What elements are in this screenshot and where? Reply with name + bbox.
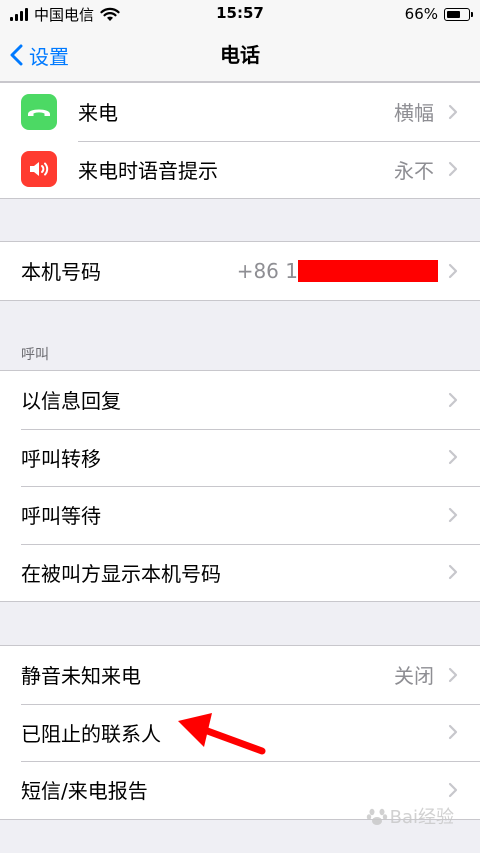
row-label: 本机号码 bbox=[21, 260, 101, 285]
settings-row-silence-unknown-callers[interactable]: 静音未知来电 关闭 bbox=[0, 646, 480, 704]
watermark: Bai经验 bbox=[366, 803, 454, 829]
row-label: 呼叫转移 bbox=[21, 446, 101, 471]
row-value: 横幅 bbox=[394, 101, 434, 126]
section-header-calls: 呼叫 bbox=[21, 347, 49, 363]
row-value: 关闭 bbox=[394, 664, 434, 689]
phone-icon bbox=[21, 93, 57, 130]
back-button[interactable]: 设置 bbox=[10, 28, 69, 82]
back-label: 设置 bbox=[29, 44, 69, 69]
chevron-left-icon bbox=[10, 44, 23, 66]
battery-percent: 66% bbox=[404, 5, 438, 23]
chevron-right-icon bbox=[448, 263, 458, 278]
battery-icon bbox=[444, 7, 473, 21]
status-bar: 中国电信 15:57 66% bbox=[0, 0, 480, 28]
row-value: 永不 bbox=[394, 158, 434, 183]
navigation-bar: 设置 电话 bbox=[0, 28, 480, 82]
settings-row-call-forwarding[interactable]: 呼叫转移 bbox=[0, 428, 480, 487]
speaker-icon bbox=[21, 151, 57, 188]
chevron-right-icon bbox=[448, 667, 458, 682]
settings-row-incoming-calls[interactable]: 来电 横幅 bbox=[0, 83, 480, 141]
settings-row-respond-with-text[interactable]: 以信息回复 bbox=[0, 371, 480, 429]
settings-row-call-waiting[interactable]: 呼叫等待 bbox=[0, 486, 480, 544]
row-label: 以信息回复 bbox=[21, 389, 121, 414]
row-label: 短信/来电报告 bbox=[21, 779, 148, 804]
settings-row-announce-calls[interactable]: 来电时语音提示 永不 bbox=[0, 140, 480, 199]
watermark-text: Bai经验 bbox=[389, 807, 454, 828]
page-title: 电话 bbox=[220, 43, 260, 67]
annotation-arrow-icon bbox=[178, 713, 266, 755]
my-number-value: +86 1 bbox=[236, 258, 298, 283]
row-label: 在被叫方显示本机号码 bbox=[21, 561, 221, 586]
status-right: 66% bbox=[404, 4, 473, 24]
chevron-right-icon bbox=[448, 392, 458, 407]
calls-group: 以信息回复 呼叫转移 呼叫等待 在被叫方显示本机号码 bbox=[0, 370, 480, 602]
chevron-right-icon bbox=[448, 162, 458, 177]
redaction-mark bbox=[298, 260, 438, 282]
chevron-right-icon bbox=[448, 507, 458, 522]
chevron-right-icon bbox=[448, 565, 458, 580]
chevron-right-icon bbox=[448, 450, 458, 465]
row-label: 来电 bbox=[78, 101, 118, 126]
row-label: 来电时语音提示 bbox=[78, 158, 218, 183]
battery-level-fill bbox=[447, 10, 460, 18]
row-label: 静音未知来电 bbox=[21, 664, 141, 689]
notifications-group: 来电 横幅 来电时语音提示 永不 bbox=[0, 82, 480, 199]
chevron-right-icon bbox=[448, 725, 458, 740]
chevron-right-icon bbox=[448, 782, 458, 797]
row-label: 呼叫等待 bbox=[21, 504, 101, 529]
paw-icon bbox=[366, 808, 387, 825]
chevron-right-icon bbox=[448, 104, 458, 119]
settings-row-show-caller-id[interactable]: 在被叫方显示本机号码 bbox=[0, 543, 480, 602]
